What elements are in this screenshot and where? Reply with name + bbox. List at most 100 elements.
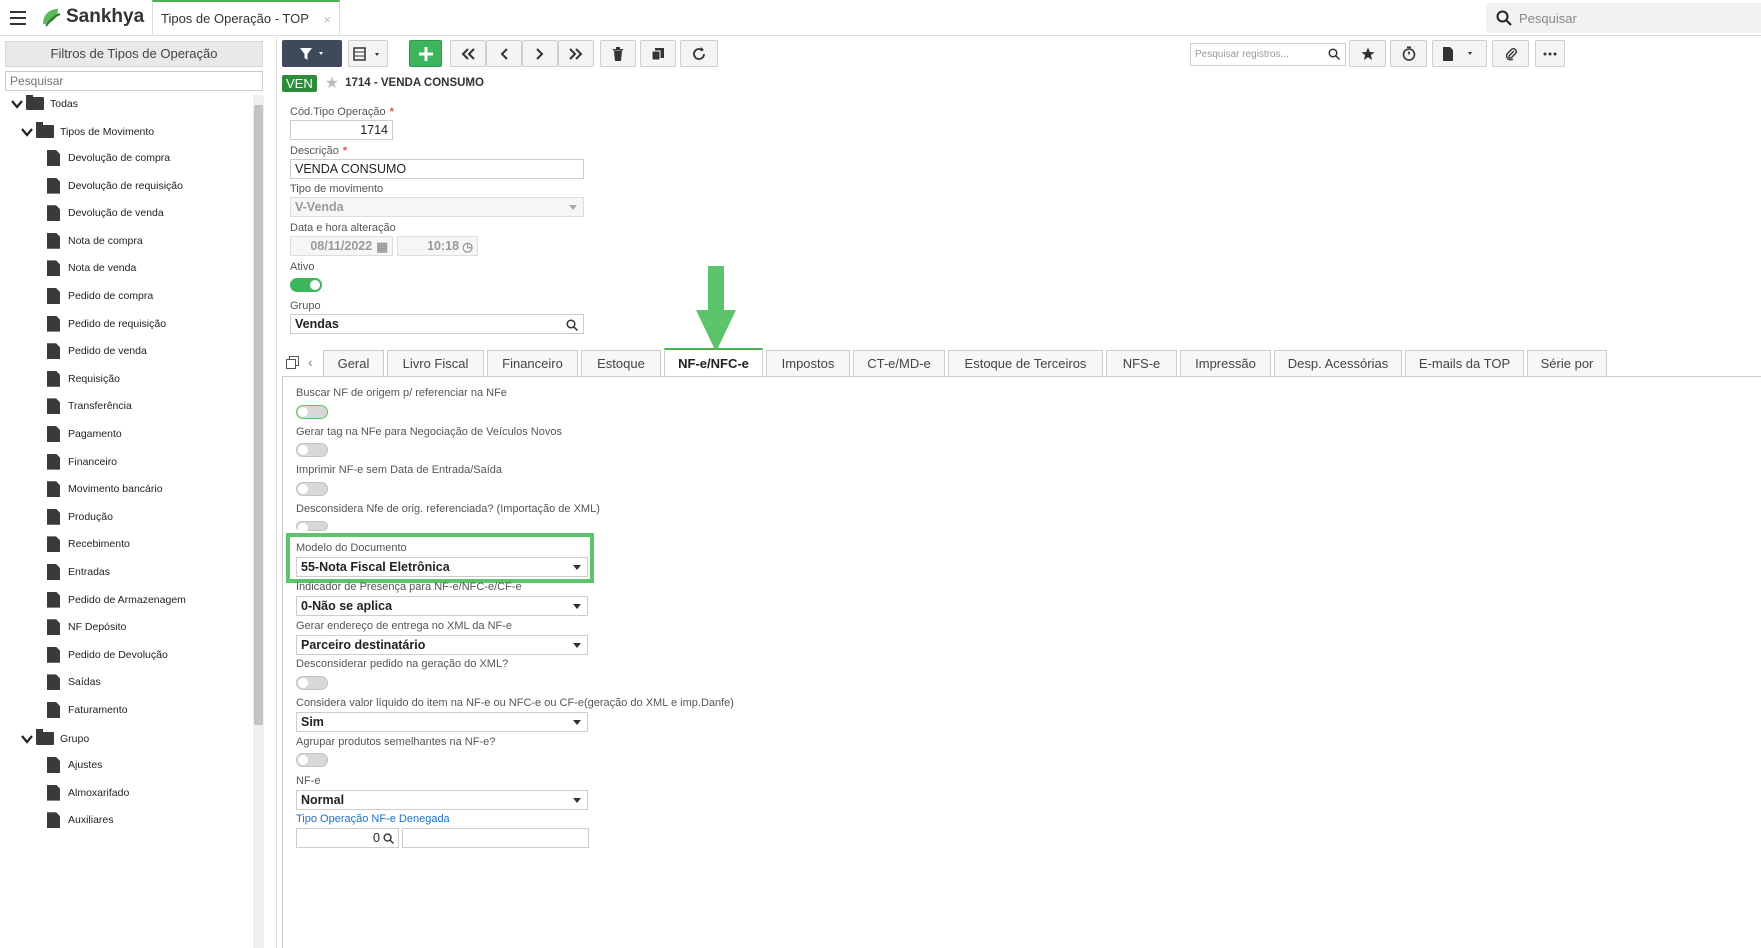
global-search-placeholder: Pesquisar <box>1519 10 1577 26</box>
global-search[interactable]: Pesquisar <box>1486 3 1761 33</box>
plus-icon <box>418 46 433 61</box>
tree-item[interactable]: Pagamento <box>47 426 122 442</box>
tab-nf-e-nfc-e[interactable]: NF-e/NFC-e <box>664 348 763 377</box>
next-record-button[interactable] <box>522 40 558 67</box>
considera-valor-liquido-select[interactable]: Sim <box>296 712 588 732</box>
app-tab-tipos-operacao[interactable]: Tipos de Operação - TOP × <box>152 0 340 36</box>
nfe-select[interactable]: Normal <box>296 790 588 810</box>
tree-item[interactable]: Recebimento <box>47 536 130 553</box>
tab-geral[interactable]: Geral <box>323 350 384 376</box>
tab-scroll-left-icon[interactable]: ‹ <box>308 354 313 370</box>
tab-livro-fiscal[interactable]: Livro Fiscal <box>387 350 484 376</box>
add-button[interactable] <box>409 40 442 67</box>
filter-tree-scrollbar[interactable] <box>253 95 264 948</box>
attach-button[interactable] <box>1492 40 1529 67</box>
refresh-button[interactable] <box>680 40 718 67</box>
search-icon[interactable] <box>1328 48 1340 60</box>
tree-group-grupo[interactable]: Grupo <box>21 729 89 745</box>
tree-item[interactable]: Faturamento <box>47 702 128 718</box>
desconsidera-nfe-toggle[interactable] <box>296 521 328 533</box>
filter-search-input[interactable] <box>5 71 263 91</box>
timer-button[interactable] <box>1390 40 1427 67</box>
tab-nfs-e[interactable]: NFS-e <box>1106 350 1177 376</box>
folder-icon <box>36 122 54 138</box>
tree-item[interactable]: Saídas <box>47 674 101 691</box>
indicador-presenca-select[interactable]: 0-Não se aplica <box>296 596 588 616</box>
close-tab-icon[interactable]: × <box>323 12 331 27</box>
desconsiderar-pedido-toggle[interactable] <box>296 676 328 690</box>
tree-root-todas[interactable]: Todas <box>11 95 78 110</box>
menu-icon[interactable] <box>10 11 26 25</box>
panel-divider[interactable] <box>276 37 277 948</box>
favorite-star-icon[interactable]: ★ <box>325 73 339 93</box>
tree-item[interactable]: Devolução de venda <box>47 205 164 222</box>
document-icon <box>47 370 60 387</box>
export-button[interactable] <box>1432 40 1487 67</box>
delete-button[interactable] <box>600 40 636 67</box>
buscar-nf-origem-toggle[interactable] <box>296 405 328 419</box>
tree-group-tipos-movimento[interactable]: Tipos de Movimento <box>21 122 154 138</box>
gerar-tag-veiculos-toggle[interactable] <box>296 443 328 457</box>
tree-item[interactable]: Pedido de Armazenagem <box>47 591 186 608</box>
tree-item[interactable]: Transferência <box>47 398 132 415</box>
grupo-field[interactable]: Vendas <box>290 314 584 334</box>
tree-item[interactable]: Requisição <box>47 370 120 387</box>
tree-item[interactable]: Almoxarifado <box>47 784 129 801</box>
chevron-down-icon[interactable] <box>21 126 33 138</box>
duplicate-button[interactable] <box>640 40 676 67</box>
tree-item[interactable]: Pedido de venda <box>47 343 147 360</box>
double-chevron-right-icon <box>569 47 583 60</box>
more-options-button[interactable] <box>1535 40 1565 67</box>
tree-item[interactable]: Produção <box>47 508 113 525</box>
filter-panel-title[interactable]: Filtros de Tipos de Operação <box>5 41 263 67</box>
tab-impostos[interactable]: Impostos <box>766 350 850 376</box>
tree-item[interactable]: Ajustes <box>47 757 102 773</box>
tab-e-mails-da-top[interactable]: E-mails da TOP <box>1405 350 1524 376</box>
ativo-toggle[interactable] <box>290 278 322 292</box>
document-icon <box>47 232 60 249</box>
chevron-down-icon[interactable] <box>21 733 33 745</box>
tree-item[interactable]: Auxiliares <box>47 812 114 829</box>
agrupar-produtos-toggle[interactable] <box>296 753 328 767</box>
tree-item[interactable]: Nota de compra <box>47 232 143 249</box>
tab-impress-o[interactable]: Impressão <box>1180 350 1271 376</box>
tab-estoque-de-terceiros[interactable]: Estoque de Terceiros <box>948 350 1103 376</box>
tree-item[interactable]: Devolução de compra <box>47 150 170 166</box>
tab-estoque[interactable]: Estoque <box>581 350 661 376</box>
copy-tabs-icon[interactable] <box>286 356 299 374</box>
tree-item[interactable]: Pedido de requisição <box>47 315 166 332</box>
grid-view-button[interactable] <box>348 40 388 67</box>
previous-record-button[interactable] <box>486 40 522 67</box>
favorite-button[interactable] <box>1349 40 1386 67</box>
search-icon[interactable] <box>383 832 394 844</box>
tipo-operacao-denegada-field[interactable]: 0 <box>296 828 399 848</box>
tipo-operacao-denegada-link[interactable]: Tipo Operação NF-e Denegada <box>296 813 450 825</box>
tree-item[interactable]: NF Depósito <box>47 619 126 636</box>
last-record-button[interactable] <box>558 40 594 67</box>
tab-s-rie-por[interactable]: Série por <box>1527 350 1607 376</box>
tree-item-label: Devolução de venda <box>68 207 164 220</box>
cod-tipo-operacao-field[interactable]: 1714 <box>290 120 393 140</box>
imprimir-sem-data-toggle[interactable] <box>296 482 328 496</box>
tab-ct-e-md-e[interactable]: CT-e/MD-e <box>853 350 945 376</box>
tree-item[interactable]: Pedido de compra <box>47 288 153 304</box>
gerar-endereco-select[interactable]: Parceiro destinatário <box>296 635 588 655</box>
filter-button[interactable] <box>282 40 342 67</box>
tree-item[interactable]: Nota de venda <box>47 260 136 277</box>
tree-item[interactable]: Entradas <box>47 564 110 580</box>
tree-item[interactable]: Pedido de Devolução <box>47 646 168 663</box>
tree-item[interactable]: Movimento bancário <box>47 481 163 498</box>
descricao-field[interactable]: VENDA CONSUMO <box>290 159 584 179</box>
chevron-down-icon[interactable] <box>11 98 23 110</box>
tab-desp-acess-rias[interactable]: Desp. Acessórias <box>1274 350 1402 376</box>
scrollbar-thumb[interactable] <box>254 105 263 725</box>
record-search-input[interactable]: Pesquisar registros... <box>1190 43 1346 66</box>
tree-item[interactable]: Devolução de requisição <box>47 177 183 194</box>
tree-item-label: Pagamento <box>68 428 122 440</box>
folder-open-icon <box>26 95 44 110</box>
tree-item[interactable]: Financeiro <box>47 453 117 470</box>
search-icon[interactable] <box>566 319 578 331</box>
tab-financeiro[interactable]: Financeiro <box>487 350 578 376</box>
first-record-button[interactable] <box>450 40 486 67</box>
hora-alteracao-field: 10:18 ◷ <box>397 236 478 256</box>
